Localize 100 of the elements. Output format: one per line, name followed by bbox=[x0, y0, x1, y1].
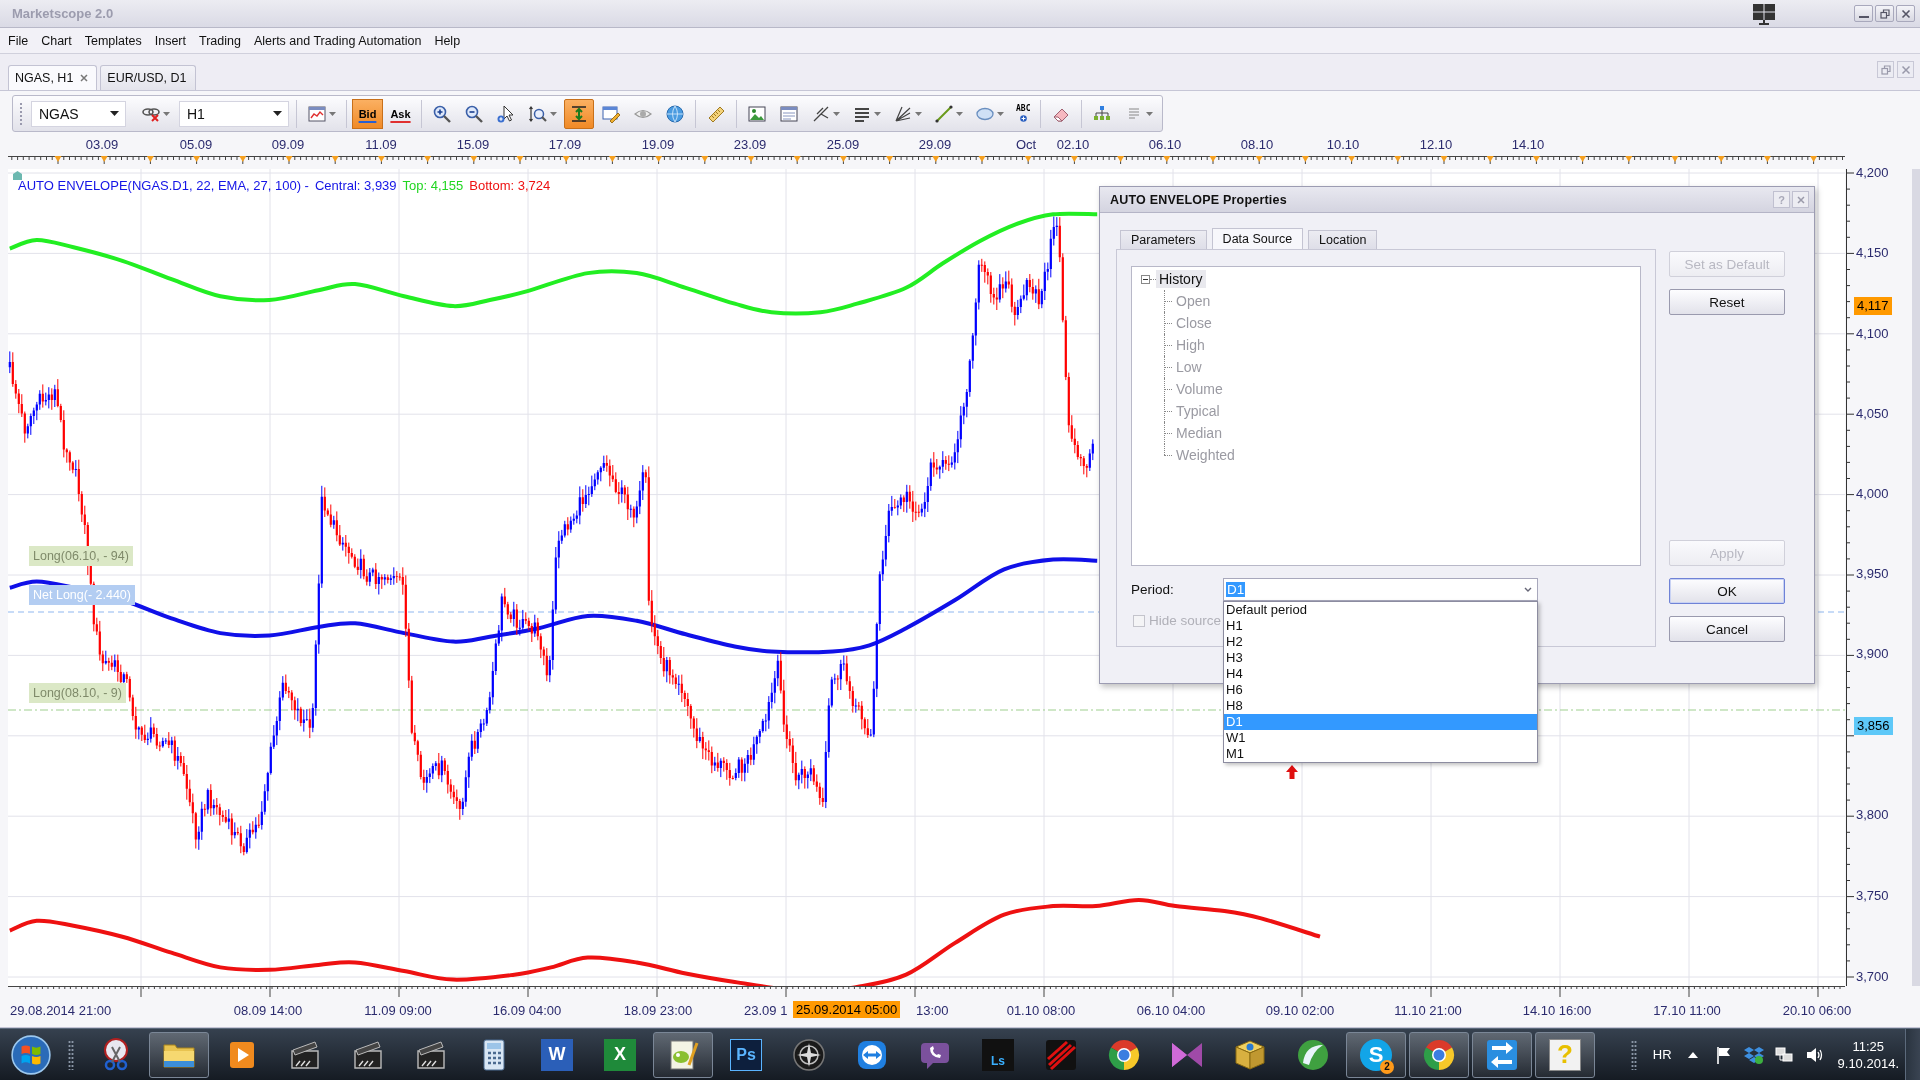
restore-icon bbox=[1880, 64, 1891, 75]
price-axis-label: 3,900 bbox=[1856, 646, 1889, 662]
close-icon bbox=[1900, 64, 1911, 75]
time-axis-label: 29.08.2014 21:00 bbox=[10, 1003, 112, 1018]
close-icon bbox=[1900, 8, 1911, 19]
taskbar-button[interactable]: W bbox=[527, 1031, 587, 1078]
time-axis-label: 14.10 16:00 bbox=[1522, 1003, 1592, 1018]
price-axis-label: 4,150 bbox=[1856, 245, 1889, 261]
time-axis-label: 29.09 bbox=[918, 137, 952, 152]
line-icon bbox=[934, 103, 954, 124]
time-axis-label: 19.09 bbox=[641, 137, 675, 152]
toolbar-button[interactable]: ABC bbox=[1011, 98, 1036, 129]
cursor-plus-icon bbox=[496, 103, 516, 124]
document-tab[interactable]: NGAS, H1 bbox=[8, 65, 98, 90]
menu-item[interactable]: File bbox=[8, 31, 29, 50]
caret-icon bbox=[874, 111, 881, 116]
price-toggle-button[interactable]: Ask bbox=[385, 98, 416, 129]
minimize-button[interactable] bbox=[1854, 5, 1873, 22]
language-indicator[interactable]: HR bbox=[1652, 1047, 1672, 1062]
window-icon bbox=[779, 103, 799, 124]
caret-icon bbox=[163, 111, 170, 116]
time-axis-label: 09.10 02:00 bbox=[1265, 1003, 1335, 1018]
time-axis-label: 13:00 bbox=[916, 1003, 949, 1018]
caret-icon bbox=[1146, 111, 1154, 116]
menu-item[interactable]: Alerts and Trading Automation bbox=[253, 31, 422, 50]
price-axis-label: 3,750 bbox=[1856, 888, 1889, 904]
price-toggle-button[interactable]: Bid bbox=[352, 98, 383, 129]
menu-item[interactable]: Templates bbox=[84, 31, 142, 50]
taskbar-button[interactable] bbox=[1472, 1031, 1532, 1078]
restore-icon bbox=[1879, 8, 1890, 19]
symbol-dropdown[interactable]: NGAS bbox=[31, 100, 126, 127]
document-tab[interactable]: EUR/USD, D1 bbox=[100, 65, 196, 90]
taskbar-button[interactable]: X bbox=[590, 1031, 650, 1078]
time-axis-label: 25.09 bbox=[826, 137, 860, 152]
price-marker: 3,856 bbox=[1854, 717, 1893, 735]
taskbar-button[interactable] bbox=[1409, 1031, 1469, 1078]
price-axis-label: 3,700 bbox=[1856, 969, 1889, 985]
network-icon[interactable] bbox=[1773, 1044, 1794, 1065]
price-axis-label: 3,950 bbox=[1856, 566, 1889, 582]
menu-item[interactable]: Chart bbox=[41, 31, 72, 50]
time-axis-label: 12.10 bbox=[1419, 137, 1453, 152]
app-logo: Ls bbox=[982, 1038, 1014, 1071]
restore-button[interactable] bbox=[1875, 5, 1894, 22]
price-axis-label: 4,100 bbox=[1856, 326, 1889, 342]
price-axis-label: 4,000 bbox=[1856, 486, 1889, 502]
time-axis-label: 23.09 bbox=[733, 137, 767, 152]
toolbar-button[interactable] bbox=[564, 98, 594, 129]
time-axis-label: 15.09 bbox=[456, 137, 490, 152]
time-axis-label: 16.09 04:00 bbox=[492, 1003, 562, 1018]
close-icon[interactable] bbox=[80, 74, 89, 82]
taskbar-button[interactable] bbox=[653, 1031, 713, 1078]
caret-icon bbox=[329, 111, 336, 116]
time-axis-label: 01.10 08:00 bbox=[1006, 1003, 1076, 1018]
toolbar-grip[interactable] bbox=[19, 101, 23, 126]
app-logo: ? bbox=[1549, 1038, 1581, 1071]
window-pencil-icon bbox=[601, 103, 621, 124]
caret-icon bbox=[915, 111, 922, 116]
cursor-time-label: 25.09.2014 05:00 bbox=[793, 1001, 901, 1018]
plus-circle-icon bbox=[1017, 112, 1029, 124]
boxes-icon[interactable] bbox=[1743, 1044, 1764, 1065]
time-axis-label: 11.10 21:00 bbox=[1394, 1003, 1462, 1018]
picture-icon bbox=[747, 103, 767, 124]
time-axis-label: 08.10 bbox=[1240, 137, 1274, 152]
menu-item[interactable]: Trading bbox=[199, 31, 241, 50]
time-axis-label: 11.09 09:00 bbox=[364, 1003, 432, 1018]
vertical-arrows-icon bbox=[569, 103, 589, 124]
time-axis-label: 10.10 bbox=[1326, 137, 1360, 152]
clock[interactable]: 11:25 9.10.2014. bbox=[1837, 1037, 1899, 1072]
caret-icon bbox=[956, 111, 963, 116]
taskbar-button[interactable]: Ls bbox=[968, 1031, 1028, 1078]
monitor-grid-icon[interactable] bbox=[1752, 2, 1776, 25]
time-axis-label: 11.09 bbox=[365, 137, 397, 152]
menu-item[interactable]: Help bbox=[434, 31, 461, 50]
price-axis-label: 4,200 bbox=[1856, 165, 1889, 181]
time-axis-label: 18.09 23:00 bbox=[623, 1003, 693, 1018]
app-logo: W bbox=[541, 1038, 573, 1071]
menu-item[interactable]: Insert bbox=[154, 31, 186, 50]
time-axis-label: 17.09 bbox=[548, 137, 582, 152]
caret-icon bbox=[997, 111, 1004, 116]
caret-icon bbox=[550, 111, 557, 116]
globe-icon bbox=[665, 103, 685, 124]
time-axis-label: 06.10 04:00 bbox=[1136, 1003, 1206, 1018]
close-button[interactable] bbox=[1896, 5, 1915, 22]
period-dropdown[interactable]: H1 bbox=[179, 100, 289, 127]
taskbar-button[interactable]: Ps bbox=[716, 1031, 776, 1078]
chevron-up-icon[interactable] bbox=[1687, 1051, 1698, 1058]
time-axis-label: 06.10 bbox=[1148, 137, 1182, 152]
orb-logo-icon bbox=[10, 1033, 52, 1076]
taskbar-button[interactable] bbox=[149, 1031, 209, 1078]
time-axis-label: 09.09 bbox=[271, 137, 305, 152]
compass-icon bbox=[791, 1036, 827, 1073]
caret-icon bbox=[833, 111, 840, 116]
time-axis-label: 05.09 bbox=[179, 137, 213, 152]
chart-window-icon bbox=[307, 103, 327, 124]
price-marker: 4,117 bbox=[1854, 297, 1892, 315]
time-axis-label: Oct bbox=[1015, 137, 1037, 152]
dropdown-arrow-icon bbox=[273, 111, 282, 116]
time-axis-label: 03.09 bbox=[85, 137, 119, 152]
time-axis-label: 14.10 bbox=[1511, 137, 1545, 152]
window-title: Marketscope 2.0 bbox=[12, 6, 114, 21]
